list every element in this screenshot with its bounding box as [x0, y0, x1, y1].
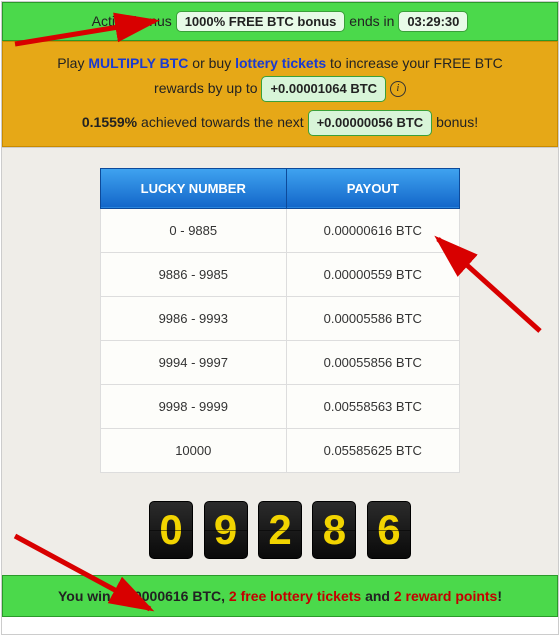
progress-text: bonus! [432, 114, 478, 130]
promo-bar: Play MULTIPLY BTC or buy lottery tickets… [2, 41, 558, 147]
win-text: You win 0.00000616 BTC, [58, 588, 229, 604]
cell-range: 10000 [101, 428, 287, 472]
active-bonus-bar: Active bonus 1000% FREE BTC bonus ends i… [2, 2, 558, 41]
promo-line1: Play MULTIPLY BTC or buy lottery tickets… [21, 52, 539, 76]
cell-range: 9986 - 9993 [101, 296, 287, 340]
next-bonus-pill: +0.00000056 BTC [308, 110, 433, 136]
table-row: 9994 - 99970.00055856 BTC [101, 340, 460, 384]
promo-line2: rewards by up to +0.00001064 BTC i [21, 76, 539, 102]
cell-payout: 0.00000559 BTC [286, 252, 459, 296]
promo-text: or buy [188, 55, 235, 71]
roll-digit: 0 [149, 501, 193, 559]
bonus-pill: 1000% FREE BTC bonus [176, 11, 346, 32]
active-bonus-prefix: Active bonus [92, 13, 172, 29]
cell-range: 9994 - 9997 [101, 340, 287, 384]
bonus-timer: 03:29:30 [398, 11, 468, 32]
win-message: You win 0.00000616 BTC, 2 free lottery t… [2, 575, 558, 617]
progress-text: achieved towards the next [137, 114, 307, 130]
lottery-tickets-link[interactable]: lottery tickets [235, 55, 326, 71]
cell-payout: 0.00558563 BTC [286, 384, 459, 428]
win-text: ! [497, 588, 502, 604]
cell-range: 0 - 9885 [101, 208, 287, 252]
cell-payout: 0.00055856 BTC [286, 340, 459, 384]
table-row: 0 - 98850.00000616 BTC [101, 208, 460, 252]
win-lottery: 2 free lottery tickets [229, 588, 361, 604]
progress-line: 0.1559% achieved towards the next +0.000… [21, 110, 539, 136]
table-row: 100000.05585625 BTC [101, 428, 460, 472]
table-row: 9886 - 99850.00000559 BTC [101, 252, 460, 296]
info-icon[interactable]: i [390, 81, 406, 97]
table-row: 9998 - 99990.00558563 BTC [101, 384, 460, 428]
main-area: LUCKY NUMBER PAYOUT 0 - 98850.00000616 B… [2, 147, 558, 575]
cell-range: 9886 - 9985 [101, 252, 287, 296]
cell-payout: 0.00005586 BTC [286, 296, 459, 340]
roll-digit: 9 [204, 501, 248, 559]
promo-text: to increase your FREE BTC [326, 55, 503, 71]
multiply-btc-link[interactable]: MULTIPLY BTC [88, 55, 188, 71]
roll-digit: 2 [258, 501, 302, 559]
col-payout: PAYOUT [286, 168, 459, 208]
cell-payout: 0.05585625 BTC [286, 428, 459, 472]
cell-range: 9998 - 9999 [101, 384, 287, 428]
payout-table: LUCKY NUMBER PAYOUT 0 - 98850.00000616 B… [100, 168, 460, 473]
roll-result: 0 9 2 8 6 [2, 501, 558, 559]
cell-payout: 0.00000616 BTC [286, 208, 459, 252]
progress-pct: 0.1559% [82, 114, 137, 130]
roll-digit: 8 [312, 501, 356, 559]
roll-digit: 6 [367, 501, 411, 559]
win-reward: 2 reward points [394, 588, 497, 604]
win-text: and [361, 588, 394, 604]
promo-text: rewards by up to [154, 80, 261, 96]
active-bonus-mid: ends in [349, 13, 394, 29]
promo-text: Play [57, 55, 88, 71]
col-lucky-number: LUCKY NUMBER [101, 168, 287, 208]
reward-amount-pill: +0.00001064 BTC [261, 76, 386, 102]
table-row: 9986 - 99930.00005586 BTC [101, 296, 460, 340]
